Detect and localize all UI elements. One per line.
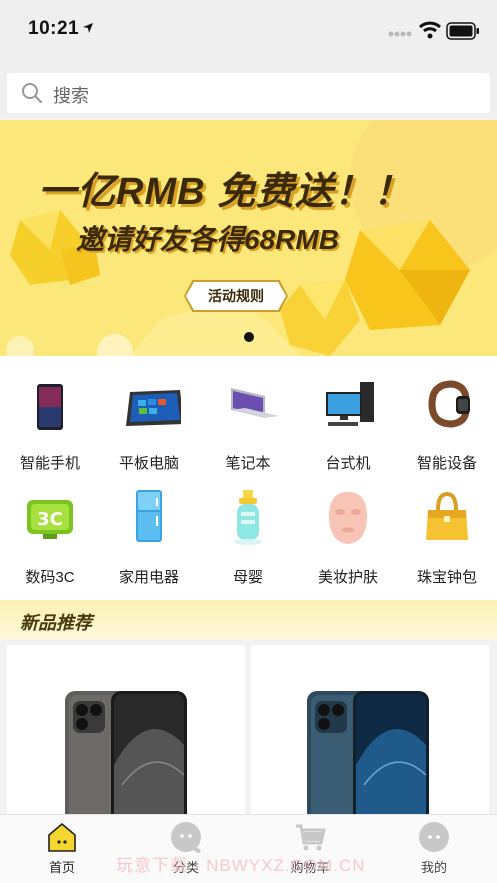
product-card[interactable] (7, 645, 245, 820)
banner-subheadline: 邀请好友各得68RMB (76, 224, 339, 255)
tab-label: 首页 (48, 860, 75, 875)
category-label: 母婴 (232, 569, 263, 586)
category-label: 美妆护肤 (317, 569, 378, 586)
tablet-icon (126, 390, 181, 426)
search-placeholder: 搜索 (53, 86, 89, 106)
new-products-header: 新品推荐 (0, 600, 497, 640)
desktop-icon (326, 382, 374, 426)
svg-text:3C: 3C (37, 509, 63, 530)
product-image (65, 691, 187, 820)
category-smartphone[interactable]: 智能手机 (4, 356, 96, 472)
signal-icon (388, 31, 412, 37)
promo-banner[interactable]: 一亿RMB 免费送！！ 邀请好友各得68RMB 活动规则 (0, 120, 497, 356)
category-desktop[interactable]: 台式机 (302, 356, 394, 472)
laptop-icon (231, 388, 278, 418)
category-tablet[interactable]: 平板电脑 (103, 356, 195, 472)
category-label: 家用电器 (118, 569, 179, 586)
category-label: 珠宝钟包 (416, 569, 477, 586)
handbag-icon (426, 491, 468, 540)
product-image (307, 691, 429, 820)
carousel-indicator[interactable] (244, 332, 254, 342)
face-mask-icon (329, 492, 367, 544)
profile-icon (419, 822, 449, 852)
location-arrow-icon (83, 23, 93, 33)
smartwatch-icon (428, 380, 470, 428)
product-list (0, 640, 497, 820)
category-smart-device[interactable]: 智能设备 (401, 356, 493, 472)
cart-icon (296, 824, 326, 851)
section-title: 新品推荐 (20, 613, 92, 633)
smartphone-icon (37, 384, 63, 430)
category-mother-baby[interactable]: 母婴 (202, 470, 294, 586)
search-icon (22, 83, 43, 104)
battery-icon (446, 22, 479, 40)
wifi-icon (419, 21, 441, 39)
category-appliance[interactable]: 家用电器 (103, 470, 195, 586)
category-label: 数码3C (25, 569, 75, 586)
category-beauty[interactable]: 美妆护肤 (302, 470, 394, 586)
tab-label: 我的 (420, 860, 447, 875)
category-jewelry-bag[interactable]: 珠宝钟包 (401, 470, 493, 586)
tab-home[interactable]: 首页 (0, 815, 124, 875)
search-input[interactable]: 搜索 (7, 73, 490, 113)
status-bar: 10:21 (0, 0, 497, 62)
category-laptop[interactable]: 笔记本 (202, 356, 294, 472)
category-icon (171, 822, 202, 853)
tab-profile[interactable]: 我的 (372, 815, 496, 875)
baby-bottle-icon (234, 490, 262, 545)
3c-icon: 3C (27, 500, 73, 539)
status-time: 10:21 (28, 18, 80, 39)
category-digital-3c[interactable]: 3C 数码3C (4, 470, 96, 586)
product-card[interactable] (251, 645, 489, 820)
home-icon (48, 822, 76, 852)
search-bar: 搜索 (0, 62, 497, 118)
fridge-icon (136, 490, 162, 542)
banner-headline: 一亿RMB 免费送！！ (38, 171, 413, 213)
category-grid: 智能手机 平板电脑 笔记本 台式机 智能设备 3C 数码3C 家用电器 母婴 美… (0, 356, 497, 600)
activity-rules-button[interactable]: 活动规则 (186, 282, 286, 310)
watermark: 玩意下载 · NBWYXZ.COM.CN (116, 856, 366, 875)
